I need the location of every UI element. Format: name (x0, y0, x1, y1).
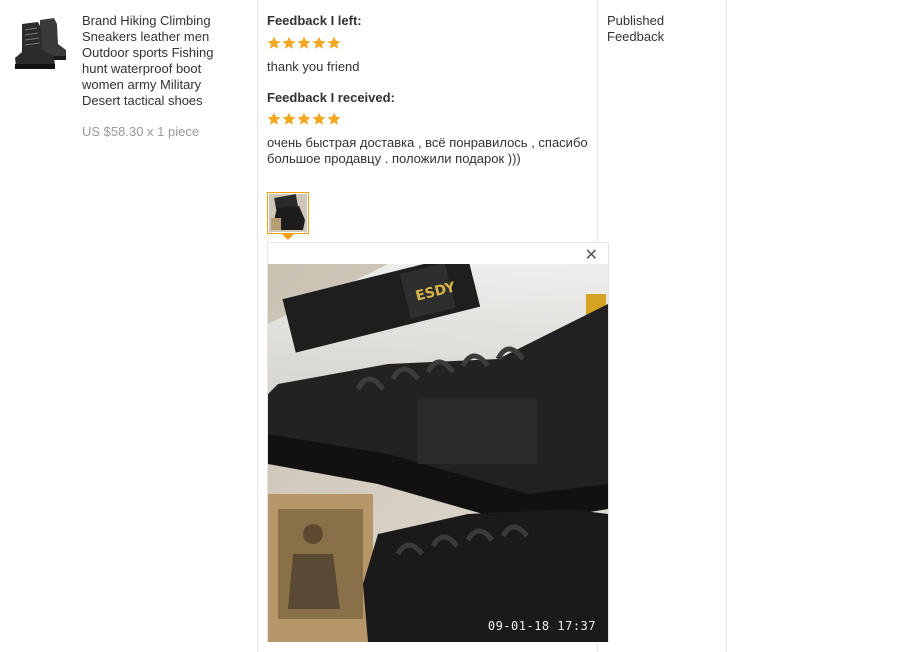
column-divider (257, 0, 258, 652)
feedback-status: Published Feedback (607, 13, 665, 44)
thumbnail-pointer (282, 234, 294, 240)
feedback-left-rating (267, 36, 341, 50)
feedback-received-heading: Feedback I received: (267, 90, 395, 105)
column-divider (726, 0, 727, 652)
product-price: US $58.30 x 1 piece (82, 124, 200, 139)
star-icon (327, 36, 341, 49)
product-title[interactable]: Brand Hiking Climbing Sneakers leather m… (82, 13, 242, 109)
boot-photo-icon (269, 194, 307, 232)
boot-photo-image: ESDY (268, 264, 608, 642)
star-icon (282, 36, 296, 49)
star-icon (267, 112, 281, 125)
feedback-received-rating (267, 112, 341, 126)
star-icon (327, 112, 341, 125)
feedback-left-heading: Feedback I left: (267, 13, 362, 28)
feedback-photo-thumbnail[interactable] (267, 192, 309, 234)
star-icon (267, 36, 281, 49)
feedback-left-text: thank you friend (267, 59, 360, 74)
star-icon (297, 112, 311, 125)
star-icon (282, 112, 296, 125)
star-icon (297, 36, 311, 49)
close-icon[interactable]: ✕ (585, 247, 598, 265)
feedback-received-text: очень быстрая доставка , всё понравилось… (267, 135, 588, 166)
star-icon (312, 112, 326, 125)
photo-viewer: ✕ ESDY 09-01-18 17:37 (267, 242, 609, 642)
hiking-boot-icon (15, 18, 66, 69)
star-icon (312, 36, 326, 49)
feedback-photo[interactable]: ESDY 09-01-18 17:37 (268, 264, 608, 642)
product-thumbnail[interactable] (10, 14, 68, 72)
photo-timestamp: 09-01-18 17:37 (487, 619, 596, 633)
